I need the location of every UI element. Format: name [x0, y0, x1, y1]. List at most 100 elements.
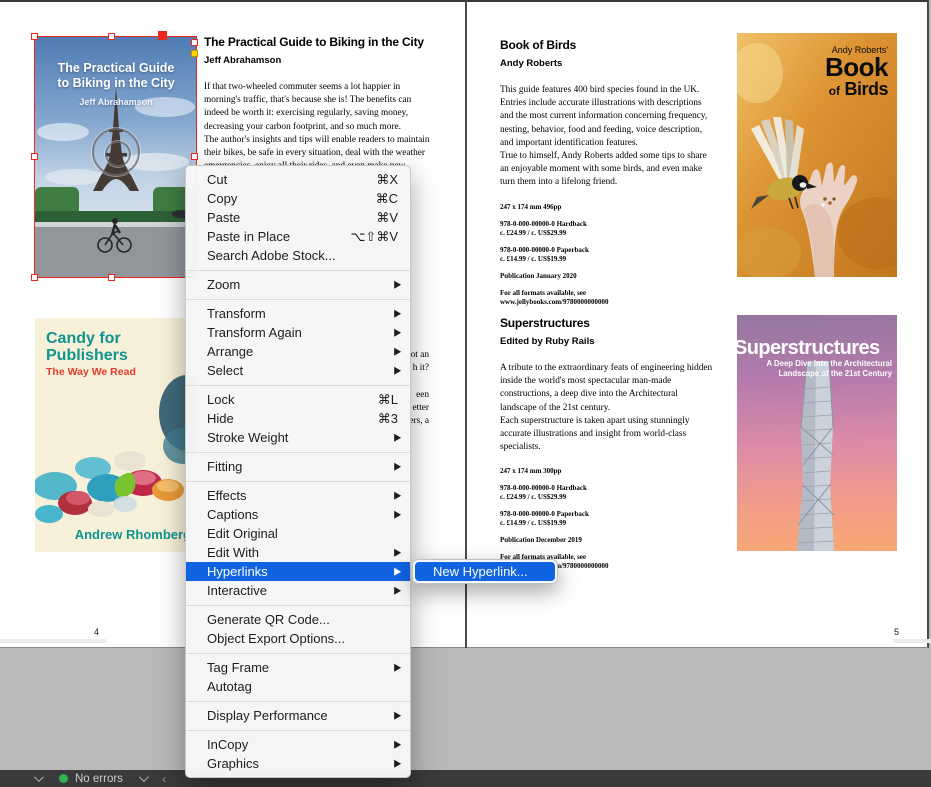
page-number-left: 4	[94, 627, 99, 637]
menu-separator	[186, 653, 410, 654]
preflight-status-text[interactable]: No errors	[75, 773, 123, 785]
book-title: Book of Birds	[500, 38, 714, 52]
book-section-biking[interactable]: The Practical Guide to Biking in the Cit…	[204, 35, 432, 187]
menu-item-lock[interactable]: Lock⌘L	[186, 390, 410, 409]
selection-handle-solid[interactable]	[158, 31, 167, 40]
body-paragraph: Each superstructure is taken apart using…	[500, 415, 714, 455]
indesign-document-window: The Practical Guideto Biking in the City…	[0, 0, 931, 787]
meta-group: 978-0-000-00000-0 Paperbackc. £14.99 / c…	[500, 510, 714, 528]
body-paragraph: A tribute to the extraordinary feats of …	[500, 362, 714, 415]
book-author: Edited by Ruby Rails	[500, 336, 714, 347]
menu-item-tag-frame[interactable]: Tag Frame▶	[186, 658, 410, 677]
shortcut-label: ⌥⇧⌘V	[350, 227, 398, 246]
menu-item-edit-with[interactable]: Edit With▶	[186, 543, 410, 562]
status-bar: No errors ‹	[0, 770, 931, 787]
menu-item-hyperlinks[interactable]: Hyperlinks▶	[186, 562, 410, 581]
meta-group: 247 x 174 mm 300pp	[500, 467, 714, 476]
menu-separator	[186, 481, 410, 482]
menu-item-incopy[interactable]: InCopy▶	[186, 735, 410, 754]
menu-item-transform[interactable]: Transform▶	[186, 304, 410, 323]
meta-group: 978-0-000-00000-0 Hardbackc. £24.99 / c.…	[500, 484, 714, 502]
candy-cover-subtitle: The Way We Read	[46, 366, 136, 378]
book-author: Jeff Abrahamson	[204, 55, 432, 66]
selection-handle-top-center[interactable]	[108, 33, 115, 40]
book-section-superstructures[interactable]: Superstructures Edited by Ruby Rails A tri…	[500, 316, 714, 579]
candy-cover-author: Andrew Rhomberg	[75, 527, 191, 542]
menu-item-generate-qr-code[interactable]: Generate QR Code...	[186, 610, 410, 629]
body-paragraph: If that two-wheeled commuter seems a lot…	[204, 81, 432, 134]
book-section-birds[interactable]: Book of Birds Andy Roberts This guide feat…	[500, 38, 714, 315]
superstructures-cover-subtitle: A Deep Dive Into the ArchitecturalLandsc…	[767, 359, 893, 379]
shortcut-label: ⌘V	[376, 208, 398, 227]
book-meta: 247 x 174 mm 300pp 978-0-000-00000-0 Hard…	[500, 467, 714, 571]
meta-group: 247 x 174 mm 496pp	[500, 203, 714, 212]
book-body: This guide features 400 bird species fou…	[500, 84, 714, 190]
book-cover-superstructures[interactable]: Superstructures A Deep Dive Into the Arc…	[737, 315, 897, 551]
meta-group: 978-0-000-00000-0 Hardbackc. £24.99 / c.…	[500, 220, 714, 238]
content-grabber-icon[interactable]	[92, 128, 140, 176]
birds-cover-title: Andy Roberts' Book of Birds	[825, 45, 888, 100]
selection-handle-top-left[interactable]	[31, 33, 38, 40]
candy-cover-title: Candy forPublishers	[46, 330, 128, 364]
menu-item-cut[interactable]: Cut⌘X	[186, 170, 410, 189]
meta-group: Publication January 2020	[500, 272, 714, 281]
shortcut-label: ⌘C	[376, 189, 398, 208]
menu-item-edit-original[interactable]: Edit Original	[186, 524, 410, 543]
menu-item-transform-again[interactable]: Transform Again▶	[186, 323, 410, 342]
menu-item-search-adobe-stock[interactable]: Search Adobe Stock...	[186, 246, 410, 265]
menu-item-effects[interactable]: Effects▶	[186, 486, 410, 505]
submenu-arrow-icon: ▶	[394, 580, 401, 602]
menu-separator	[186, 452, 410, 453]
menu-item-display-performance[interactable]: Display Performance▶	[186, 706, 410, 725]
menu-item-arrange[interactable]: Arrange▶	[186, 342, 410, 361]
scroll-left-arrow-icon[interactable]: ‹	[162, 771, 166, 786]
menu-item-hide[interactable]: Hide⌘3	[186, 409, 410, 428]
menu-separator	[186, 701, 410, 702]
selection-handle-top-right[interactable]	[191, 39, 198, 46]
meta-group: 978-0-000-00000-0 Paperbackc. £14.99 / c…	[500, 246, 714, 264]
menu-item-autotag[interactable]: Autotag	[186, 677, 410, 696]
menu-item-interactive[interactable]: Interactive▶	[186, 581, 410, 600]
book-body: A tribute to the extraordinary feats of …	[500, 362, 714, 454]
submenu-arrow-icon: ▶	[394, 705, 401, 727]
menu-separator	[186, 730, 410, 731]
menu-item-select[interactable]: Select▶	[186, 361, 410, 380]
body-paragraph: This guide features 400 bird species fou…	[500, 84, 714, 150]
selection-handle-bottom-left[interactable]	[31, 274, 38, 281]
shortcut-label: ⌘L	[378, 390, 398, 409]
selection-handle-bottom-center[interactable]	[108, 274, 115, 281]
selection-handle-mid-left[interactable]	[31, 153, 38, 160]
book-cover-candy[interactable]: Candy forPublishers The Way We Read Andr…	[35, 318, 197, 552]
menu-item-captions[interactable]: Captions▶	[186, 505, 410, 524]
menu-item-object-export-options[interactable]: Object Export Options...	[186, 629, 410, 648]
context-menu: Cut⌘XCopy⌘CPaste⌘VPaste in Place⌥⇧⌘VSear…	[185, 165, 411, 778]
submenu-arrow-icon: ▶	[394, 274, 401, 296]
superstructures-cover-title: Superstructures	[737, 337, 897, 360]
shortcut-label: ⌘3	[378, 409, 398, 428]
submenu-arrow-icon: ▶	[394, 753, 401, 775]
submenu-arrow-icon: ▶	[394, 657, 401, 679]
selection-handle-mid-right[interactable]	[191, 153, 198, 160]
menu-item-new-hyperlink[interactable]: New Hyperlink...	[415, 562, 555, 581]
menu-separator	[186, 270, 410, 271]
menu-item-stroke-weight[interactable]: Stroke Weight▶	[186, 428, 410, 447]
submenu-arrow-icon: ▶	[394, 360, 401, 382]
menu-item-fitting[interactable]: Fitting▶	[186, 457, 410, 476]
menu-item-zoom[interactable]: Zoom▶	[186, 275, 410, 294]
submenu-arrow-icon: ▶	[394, 456, 401, 478]
book-cover-birds[interactable]: Andy Roberts' Book of Birds	[737, 33, 897, 277]
book-author: Andy Roberts	[500, 58, 714, 69]
book-cover-biking[interactable]: The Practical Guideto Biking in the City…	[35, 37, 197, 278]
preflight-menu-chevron-icon[interactable]	[139, 772, 149, 782]
meta-group: Publication December 2019	[500, 536, 714, 545]
menu-item-graphics[interactable]: Graphics▶	[186, 754, 410, 773]
submenu-arrow-icon: ▶	[394, 427, 401, 449]
menu-item-paste[interactable]: Paste⌘V	[186, 208, 410, 227]
menu-separator	[186, 385, 410, 386]
corner-options-widget[interactable]	[191, 50, 198, 57]
menu-item-copy[interactable]: Copy⌘C	[186, 189, 410, 208]
book-title: Superstructures	[500, 316, 714, 330]
menu-separator	[186, 299, 410, 300]
menu-item-paste-in-place[interactable]: Paste in Place⌥⇧⌘V	[186, 227, 410, 246]
status-chevron-icon[interactable]	[34, 772, 44, 782]
